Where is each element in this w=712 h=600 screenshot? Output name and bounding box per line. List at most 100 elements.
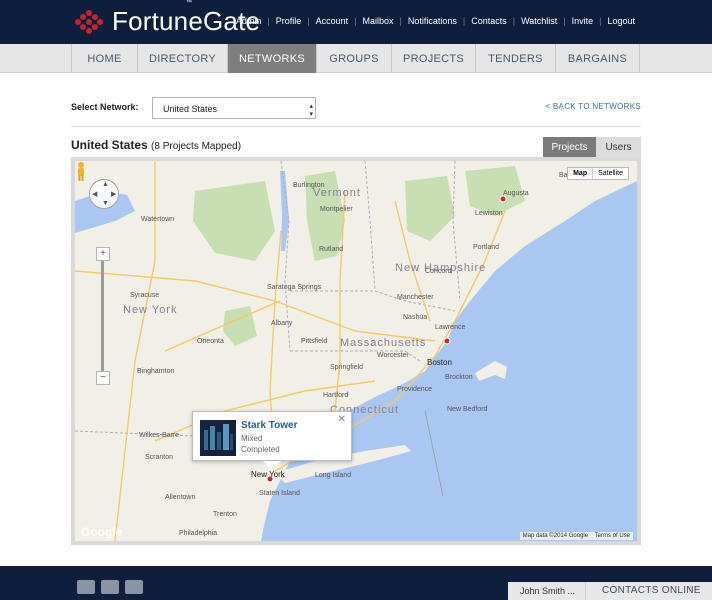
pan-down-icon[interactable]: ▼ [102,200,109,207]
top-header: FortuneGate ™ Admin | Profile | Account | M… [0,0,712,44]
google-logo: Google [81,525,123,539]
nav-home[interactable]: HOME [72,44,138,73]
toplink-logout[interactable]: Logout [601,16,641,26]
street-view-pegman-icon[interactable] [75,161,87,181]
map-attribution: Map data ©2014 Google Terms of Use [519,532,633,540]
main-nav: HOME DIRECTORY NETWORKS GROUPS PROJECTS … [0,44,712,73]
network-selector-row: Select Network: United States ▴ ▾ < BACK … [71,96,641,120]
network-select[interactable]: United States ▴ ▾ [152,97,316,119]
label-massachusetts: Massachusetts [340,337,426,349]
nav-projects[interactable]: PROJECTS [392,44,476,73]
tab-projects[interactable]: Projects [543,137,596,157]
pan-up-icon[interactable]: ▲ [102,181,109,188]
label-saratoga-springs: Saratoga Springs [267,284,322,291]
terms-of-use-link[interactable]: Terms of Use [595,533,630,539]
label-rutland: Rutland [319,246,343,253]
pan-control[interactable]: ▲ ▼ ◀ ▶ [89,179,119,209]
infowindow-pointer [263,461,281,471]
map-marker-lawrence [443,337,451,345]
label-montpelier: Montpelier [320,206,353,213]
close-icon[interactable]: ✕ [338,414,346,425]
label-new-york-state: New York [123,304,177,316]
zoom-slider[interactable] [101,261,104,371]
label-springfield: Springfield [330,364,363,371]
label-augusta: Augusta [503,190,529,197]
label-allentown: Allentown [165,494,195,501]
label-worcester: Worcester [377,352,409,359]
label-nashua: Nashua [403,314,427,321]
social-icon[interactable] [125,580,143,594]
nav-directory[interactable]: DIRECTORY [138,44,228,73]
label-trenton: Trenton [213,511,237,518]
nav-tenders[interactable]: TENDERS [476,44,556,73]
map-type-control: Map Satellite [567,167,629,180]
back-to-networks-link[interactable]: < BACK TO NETWORKS [545,102,641,111]
zoom-out-button[interactable]: − [96,371,110,385]
label-providence: Providence [397,386,432,393]
label-wilkes-barre: Wilkes-Barre [139,432,179,439]
brand-trademark: ™ [186,0,192,6]
map-type-map-button[interactable]: Map [568,168,594,179]
divider [71,126,641,127]
label-syracuse: Syracuse [130,292,159,299]
label-portland: Portland [473,244,499,251]
chat-bar: John Smith ... CONTACTS ONLINE [508,582,712,600]
map-canvas: Vermont New Hampshire New York Massachus… [75,161,637,541]
label-binghamton: Binghamton [137,368,174,375]
label-scranton: Scranton [145,454,173,461]
select-network-label: Select Network: [71,102,139,112]
map-title: United States (8 Projects Mapped) [71,138,241,152]
toplink-notifications[interactable]: Notifications [402,16,463,26]
tab-users[interactable]: Users [596,137,641,157]
nav-groups[interactable]: GROUPS [317,44,392,73]
zoom-control: + − [96,247,110,385]
label-staten-island: Staten Island [259,490,300,497]
map-scale-line [424,410,444,497]
network-name: United States [71,138,148,152]
projects-mapped-count: (8 Projects Mapped) [151,141,242,152]
label-hartford: Hartford [323,392,348,399]
pan-right-icon[interactable]: ▶ [111,190,116,198]
chevron-updown-icon: ▴ ▾ [309,103,313,118]
contacts-online-button[interactable]: CONTACTS ONLINE [586,582,712,600]
toplink-account[interactable]: Account [310,16,355,26]
map-type-satellite-button[interactable]: Satellite [593,168,628,179]
label-lawrence: Lawrence [435,324,465,331]
toplink-invite[interactable]: Invite [566,16,600,26]
label-philadelphia: Philadelphia [179,530,217,537]
map-cape-cod [475,361,507,381]
top-links: Admin | Profile | Account | Mailbox | Notifi… [230,16,641,26]
toplink-profile[interactable]: Profile [270,16,308,26]
label-brockton: Brockton [445,374,473,381]
chat-user[interactable]: John Smith ... [508,582,586,600]
project-infowindow: Stark Tower Mixed Completed ✕ [192,411,352,471]
logo-emblem-icon [75,9,103,34]
nav-networks[interactable]: NETWORKS [228,44,317,73]
project-map[interactable]: Vermont New Hampshire New York Massachus… [71,157,641,545]
label-watertown: Watertown [141,216,174,223]
label-manchester: Manchester [397,294,434,301]
toplink-mailbox[interactable]: Mailbox [356,16,399,26]
toplink-admin[interactable]: Admin [230,16,268,26]
map-data-text: Map data ©2014 Google [522,533,589,539]
social-icon[interactable] [101,580,119,594]
network-select-value: United States [163,104,218,114]
infowindow-type: Mixed [241,434,263,443]
toplink-contacts[interactable]: Contacts [465,16,513,26]
label-new-york-city: New York [251,470,286,479]
social-icon[interactable] [77,580,95,594]
label-long-island: Long Island [315,472,351,479]
label-new-bedford: New Bedford [447,406,488,413]
zoom-in-button[interactable]: + [96,247,110,261]
nav-bargains[interactable]: BARGAINS [556,44,640,73]
label-oneonta: Oneonta [197,338,224,345]
label-pittsfield: Pittsfield [301,338,328,345]
project-thumbnail[interactable] [200,420,236,456]
label-burlington: Burlington [293,182,325,189]
pan-left-icon[interactable]: ◀ [92,190,97,198]
label-lewiston: Lewiston [475,210,503,217]
label-albany: Albany [271,320,293,327]
toplink-watchlist[interactable]: Watchlist [515,16,563,26]
label-concord: Concord [425,268,452,275]
infowindow-title-link[interactable]: Stark Tower [241,420,298,431]
